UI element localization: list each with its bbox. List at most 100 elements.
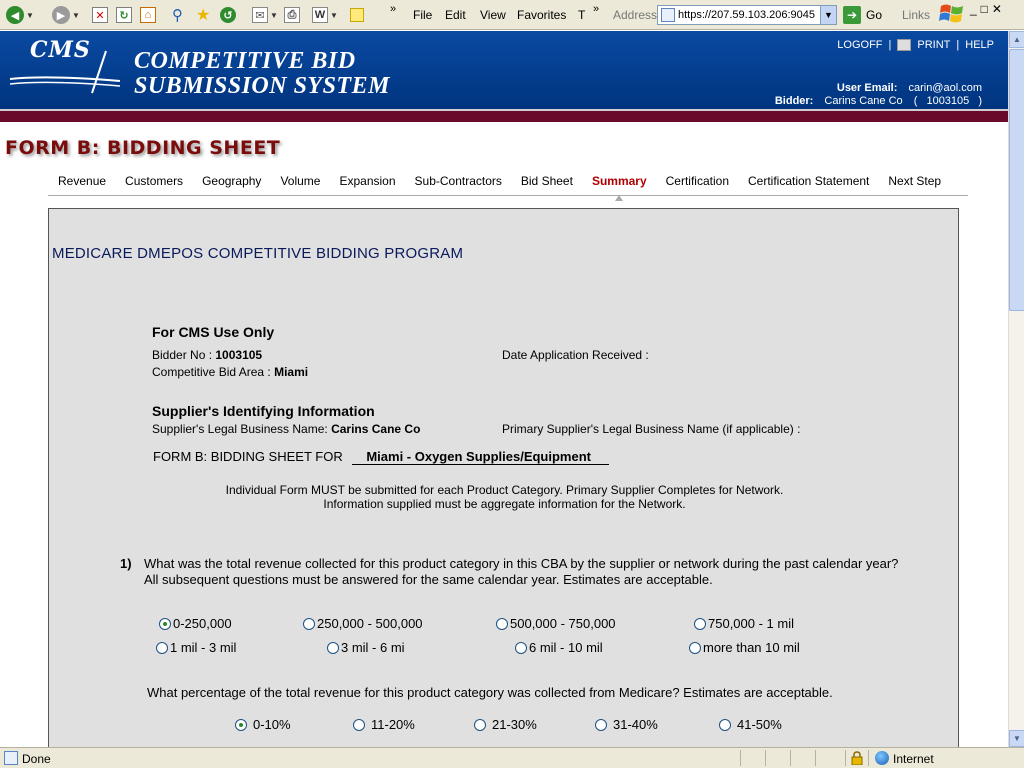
page-title: FORM B: BIDDING SHEET: [5, 137, 281, 159]
q2-option-31-40[interactable]: 31-40%: [595, 717, 658, 732]
status-bar: Done Internet: [0, 747, 1024, 768]
date-received-label: Date Application Received :: [502, 348, 649, 362]
status-divider: [815, 750, 816, 766]
notes-button[interactable]: [350, 5, 364, 25]
question-2-text: What percentage of the total revenue for…: [147, 685, 833, 700]
q1-option-500k-750k[interactable]: 500,000 - 750,000: [496, 616, 616, 631]
radio-button[interactable]: [353, 718, 365, 731]
scroll-thumb[interactable]: [1009, 49, 1024, 311]
star-icon: ★: [196, 7, 211, 24]
scroll-up-icon[interactable]: ▲: [1009, 31, 1024, 48]
tab-expansion[interactable]: Expansion: [329, 172, 404, 195]
print-toolbar-button[interactable]: ⎙: [284, 5, 300, 25]
bidding-sheet-value: Miami - Oxygen Supplies/Equipment: [352, 449, 609, 465]
history-button[interactable]: ↺: [220, 5, 236, 25]
radio-button[interactable]: [595, 718, 607, 731]
refresh-button[interactable]: ↻: [116, 5, 132, 25]
radio-button[interactable]: [694, 617, 706, 630]
menu-view[interactable]: View: [480, 8, 506, 22]
cms-logo-text: CMS: [30, 37, 91, 63]
print-icon[interactable]: [897, 39, 912, 51]
q2-option-41-50[interactable]: 41-50%: [719, 717, 782, 732]
q1-option-6mil-10mil[interactable]: 6 mil - 10 mil: [515, 640, 603, 655]
menu-favorites[interactable]: Favorites: [517, 8, 566, 22]
tab-next-step[interactable]: Next Step: [878, 172, 950, 195]
logoff-link[interactable]: LOGOFF: [837, 39, 882, 51]
window-controls[interactable]: _□✕: [970, 2, 1006, 16]
summary-panel: MEDICARE DMEPOS COMPETITIVE BIDDING PROG…: [48, 208, 959, 748]
radio-button[interactable]: [474, 718, 486, 731]
forward-button[interactable]: ▶ ▼: [52, 5, 80, 25]
q1-option-more-than-10mil[interactable]: more than 10 mil: [689, 640, 800, 655]
home-button[interactable]: ⌂: [140, 5, 156, 25]
search-icon: ⚲: [172, 7, 183, 24]
bidder-label: Bidder:: [774, 95, 814, 107]
favorites-button[interactable]: ★: [196, 5, 210, 25]
scroll-down-icon[interactable]: ▼: [1009, 730, 1024, 747]
mail-button[interactable]: ✉ ▼: [252, 5, 278, 25]
q2-option-0-10[interactable]: 0-10%: [235, 717, 291, 732]
separator: |: [888, 39, 892, 51]
option-label: 31-40%: [613, 717, 658, 732]
menu-file[interactable]: File: [413, 8, 432, 22]
help-link[interactable]: HELP: [965, 39, 994, 51]
vertical-scrollbar[interactable]: ▲ ▼: [1008, 31, 1024, 747]
search-button[interactable]: ⚲: [172, 5, 183, 25]
menu-chevron[interactable]: »: [593, 3, 599, 15]
tab-customers[interactable]: Customers: [115, 172, 192, 195]
program-title: MEDICARE DMEPOS COMPETITIVE BIDDING PROG…: [52, 245, 464, 262]
q1-option-750k-1mil[interactable]: 750,000 - 1 mil: [694, 616, 794, 631]
menu-edit[interactable]: Edit: [445, 8, 466, 22]
radio-button[interactable]: [496, 617, 508, 630]
toolbar-chevron[interactable]: »: [390, 3, 396, 15]
print-link[interactable]: PRINT: [917, 39, 950, 51]
browser-toolbar: ◀ ▼ ▶ ▼ ✕ ↻ ⌂ ⚲ ★ ↺ ✉ ▼ ⎙ W ▼ » File Edit Vi…: [0, 0, 1024, 30]
notice-text: Individual Form MUST be submitted for ea…: [49, 483, 958, 511]
back-button[interactable]: ◀ ▼: [6, 5, 34, 25]
bidder-name: Carins Cane Co: [824, 95, 903, 107]
notice-line-2: Information supplied must be aggregate i…: [323, 497, 686, 511]
internet-globe-icon: [875, 751, 889, 765]
tab-bid-sheet[interactable]: Bid Sheet: [511, 172, 582, 195]
tab-summary[interactable]: Summary: [582, 172, 656, 201]
links-button[interactable]: Links: [902, 8, 930, 22]
edit-button[interactable]: W ▼: [312, 5, 338, 25]
history-icon: ↺: [220, 7, 236, 23]
q2-option-11-20[interactable]: 11-20%: [353, 717, 415, 732]
radio-button[interactable]: [327, 641, 339, 654]
tab-revenue[interactable]: Revenue: [48, 172, 115, 195]
q1-option-0-250k[interactable]: 0-250,000: [159, 616, 232, 631]
legal-name-field: Supplier's Legal Business Name: Carins C…: [152, 422, 420, 436]
radio-button[interactable]: [159, 617, 171, 630]
lock-icon[interactable]: [851, 751, 863, 765]
address-url[interactable]: https://207.59.103.206:9045: [678, 9, 820, 21]
q2-option-21-30[interactable]: 21-30%: [474, 717, 537, 732]
address-bar[interactable]: https://207.59.103.206:9045 ▼: [657, 5, 837, 25]
radio-button[interactable]: [689, 641, 701, 654]
stop-button[interactable]: ✕: [92, 5, 108, 25]
security-zone: Internet: [893, 752, 934, 766]
q1-option-250k-500k[interactable]: 250,000 - 500,000: [303, 616, 423, 631]
q1-option-3mil-6mil[interactable]: 3 mil - 6 mi: [327, 640, 405, 655]
tab-geography[interactable]: Geography: [192, 172, 270, 195]
tab-certification-statement[interactable]: Certification Statement: [738, 172, 878, 195]
separator: |: [956, 39, 960, 51]
radio-button[interactable]: [303, 617, 315, 630]
site-title-line2: SUBMISSION SYSTEM: [134, 73, 390, 99]
go-button[interactable]: ➔ Go: [843, 5, 882, 25]
option-label: 11-20%: [371, 717, 415, 732]
radio-button[interactable]: [719, 718, 731, 731]
address-dropdown-icon[interactable]: ▼: [820, 6, 836, 24]
user-email-row: User Email: carin@aol.com: [775, 82, 982, 95]
address-label: Address: [613, 8, 658, 22]
radio-button[interactable]: [515, 641, 527, 654]
radio-button[interactable]: [235, 718, 247, 731]
tab-volume[interactable]: Volume: [270, 172, 329, 195]
stop-icon: ✕: [92, 7, 108, 23]
notice-line-1: Individual Form MUST be submitted for ea…: [225, 483, 784, 497]
radio-button[interactable]: [156, 641, 168, 654]
menu-tools[interactable]: T: [578, 8, 585, 22]
tab-sub-contractors[interactable]: Sub-Contractors: [405, 172, 511, 195]
tab-certification[interactable]: Certification: [656, 172, 738, 195]
q1-option-1mil-3mil[interactable]: 1 mil - 3 mil: [156, 640, 236, 655]
